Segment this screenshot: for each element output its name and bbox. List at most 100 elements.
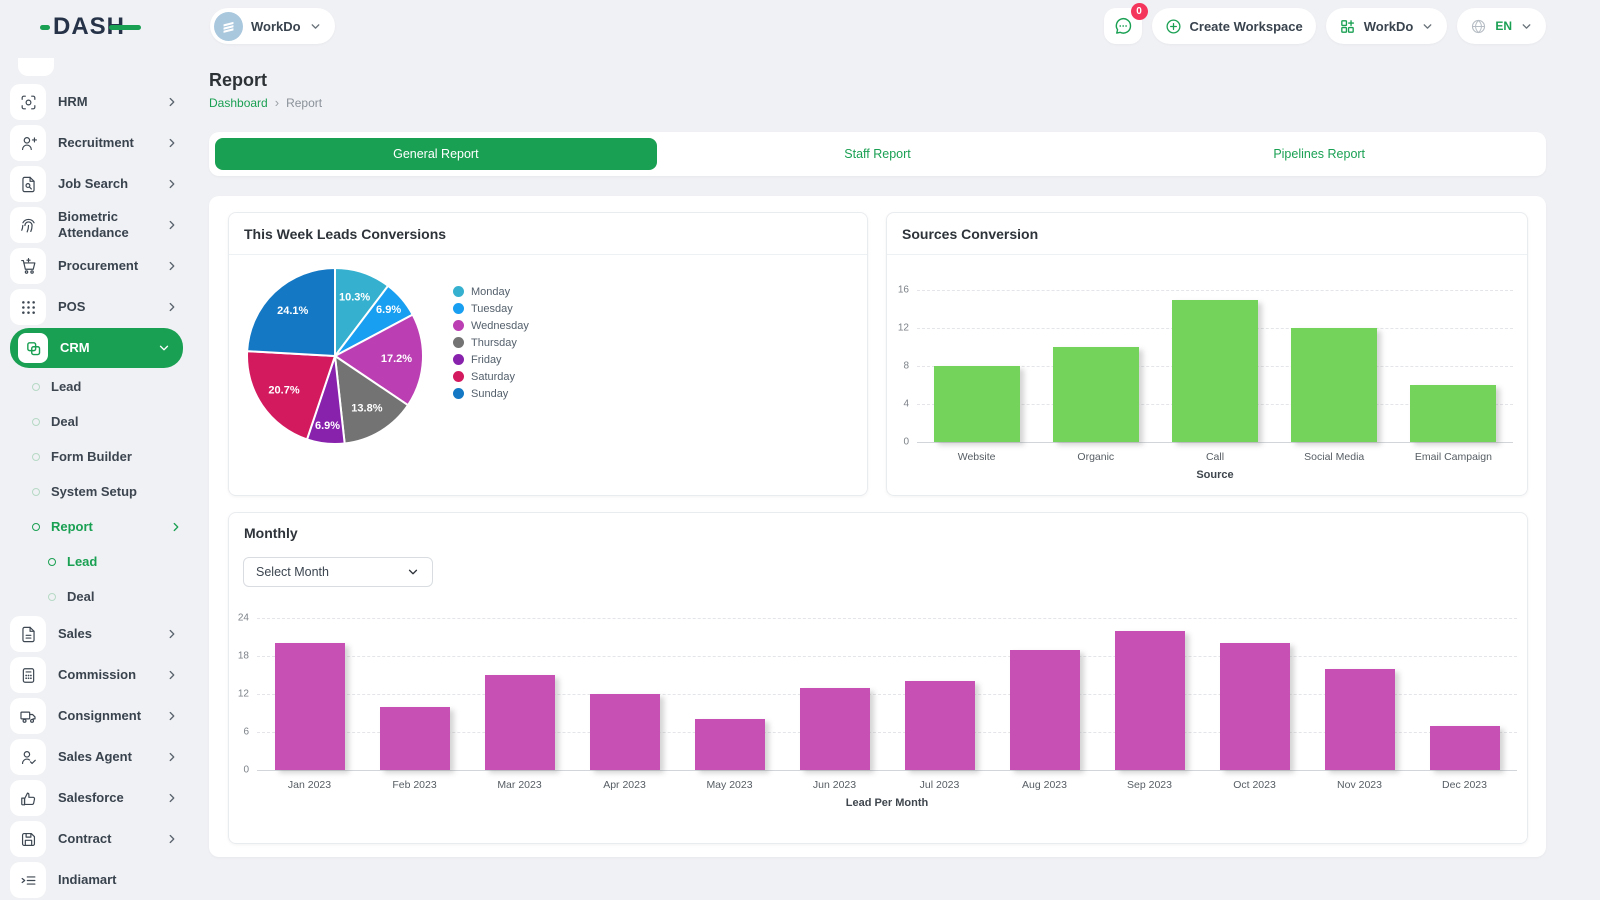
legend-item-sunday[interactable]: Sunday	[453, 385, 529, 402]
pie-data-label: 17.2%	[381, 353, 412, 365]
legend-item-saturday[interactable]: Saturday	[453, 368, 529, 385]
tab-staff-report[interactable]: Staff Report	[657, 138, 1099, 170]
monthly_bar-plot-area	[257, 618, 1517, 770]
chevron-right-icon	[165, 668, 179, 682]
legend-label: Saturday	[471, 371, 515, 383]
sidebar-item-biometric-attendance[interactable]: Biometric Attendance	[10, 205, 183, 245]
breadcrumb-separator-icon: ›	[275, 95, 279, 110]
x-axis-tick-label: May 2023	[677, 779, 782, 791]
legend-item-friday[interactable]: Friday	[453, 351, 529, 368]
bar-sep-2023	[1115, 631, 1185, 770]
sidebar-item-label: Contract	[58, 831, 153, 847]
pie-data-label: 6.9%	[376, 304, 401, 316]
crm-report-page: { "header": { "logo_text": "DASH", "work…	[0, 0, 1600, 900]
sidebar-item-label: Job Search	[58, 176, 153, 192]
sales-agent-icon	[10, 739, 46, 775]
sidebar-subitem-lead[interactable]: Lead	[10, 544, 183, 579]
legend-label: Wednesday	[471, 320, 529, 332]
sidebar-subitem-report[interactable]: Report	[10, 509, 183, 544]
sidebar-subitem-form-builder[interactable]: Form Builder	[10, 439, 183, 474]
sidebar-item-commission[interactable]: Commission	[10, 655, 183, 695]
sidebar-item-sales[interactable]: Sales	[10, 614, 183, 654]
legend-item-tuesday[interactable]: Tuesday	[453, 300, 529, 317]
chevron-right-icon	[165, 177, 179, 191]
sidebar-item-procurement[interactable]: Procurement	[10, 246, 183, 286]
logo-accent-dot	[40, 25, 50, 30]
bar-column	[467, 618, 572, 770]
chevron-down-icon	[157, 341, 171, 355]
sidebar-subitem-deal[interactable]: Deal	[10, 404, 183, 439]
sidebar-item-recruitment[interactable]: Recruitment	[10, 123, 183, 163]
language-selector[interactable]: EN	[1457, 8, 1546, 44]
commission-icon	[10, 657, 46, 693]
bar-column	[572, 618, 677, 770]
sidebar-item-label: Recruitment	[58, 135, 153, 151]
page-title: Report	[209, 70, 267, 91]
week-leads-pie: 10.3%6.9%17.2%13.8%6.9%20.7%24.1%	[235, 256, 435, 456]
create-workspace-button[interactable]: Create Workspace	[1152, 8, 1316, 44]
legend-item-thursday[interactable]: Thursday	[453, 334, 529, 351]
company-name: WorkDo	[1364, 19, 1414, 34]
bar-nov-2023	[1325, 669, 1395, 770]
pie-data-label: 13.8%	[351, 403, 382, 415]
chevron-right-icon	[165, 832, 179, 846]
x-axis-tick-label: Organic	[1036, 451, 1155, 463]
y-axis-tick-label: 18	[229, 651, 249, 662]
legend-dot-icon	[453, 320, 464, 331]
bar-column	[782, 618, 887, 770]
sidebar-item-consignment[interactable]: Consignment	[10, 696, 183, 736]
bar-call	[1172, 300, 1258, 443]
hrm-icon	[10, 84, 46, 120]
plus-circle-icon	[1165, 18, 1182, 35]
bar-jun-2023	[800, 688, 870, 770]
sidebar-item-crm[interactable]: CRM	[10, 328, 183, 368]
sidebar-item-job-search[interactable]: Job Search	[10, 164, 183, 204]
legend-dot-icon	[453, 303, 464, 314]
crm-icon	[18, 333, 48, 363]
bar-column	[1307, 618, 1412, 770]
legend-item-monday[interactable]: Monday	[453, 283, 529, 300]
bar-column	[1275, 290, 1394, 442]
tab-pipelines-report[interactable]: Pipelines Report	[1098, 138, 1540, 170]
x-axis-tick-label: Dec 2023	[1412, 779, 1517, 791]
sidebar-item-indiamart[interactable]: Indiamart	[10, 860, 183, 900]
sidebar-subitem-deal[interactable]: Deal	[10, 579, 183, 614]
app-logo[interactable]: DASH	[40, 13, 141, 41]
grid-plus-icon	[1339, 18, 1356, 35]
month-select[interactable]: Select Month	[243, 557, 433, 587]
legend-item-wednesday[interactable]: Wednesday	[453, 317, 529, 334]
bar-jan-2023	[275, 643, 345, 770]
sidebar: HRM Recruitment Job Search Biometric Att…	[0, 56, 193, 900]
bar-apr-2023	[590, 694, 660, 770]
globe-icon	[1470, 18, 1487, 35]
tab-general-report[interactable]: General Report	[215, 138, 657, 170]
legend-label: Thursday	[471, 337, 517, 349]
legend-dot-icon	[453, 286, 464, 297]
bar-dec-2023	[1430, 726, 1500, 770]
messages-button[interactable]: 0	[1104, 8, 1142, 44]
sidebar-item-pos[interactable]: POS	[10, 287, 183, 327]
create-workspace-label: Create Workspace	[1190, 19, 1303, 34]
monthly-card: Monthly Select Month 06121824Jan 2023Feb…	[228, 512, 1528, 844]
chevron-down-icon	[1421, 20, 1434, 33]
y-axis-tick-label: 0	[229, 765, 249, 776]
sidebar-subitem-lead[interactable]: Lead	[10, 369, 183, 404]
y-axis-tick-label: 16	[887, 285, 909, 296]
sidebar-item-salesforce[interactable]: Salesforce	[10, 778, 183, 818]
company-menu-button[interactable]: WorkDo	[1326, 8, 1448, 44]
breadcrumb: Dashboard › Report	[209, 95, 322, 110]
sidebar-subitem-system-setup[interactable]: System Setup	[10, 474, 183, 509]
chevron-right-icon	[165, 791, 179, 805]
sidebar-item-hrm[interactable]: HRM	[10, 82, 183, 122]
x-axis-tick-label: Call	[1155, 451, 1274, 463]
workspace-switcher[interactable]: WorkDo	[210, 8, 335, 44]
breadcrumb-dashboard-link[interactable]: Dashboard	[209, 96, 268, 110]
recruitment-icon	[10, 125, 46, 161]
legend-dot-icon	[453, 337, 464, 348]
sidebar-subitem-label: Deal	[67, 589, 183, 604]
sidebar-subitem-label: Form Builder	[51, 449, 183, 464]
sidebar-item-sales-agent[interactable]: Sales Agent	[10, 737, 183, 777]
x-axis-tick-label: Jul 2023	[887, 779, 992, 791]
x-axis-title: Lead Per Month	[257, 797, 1517, 809]
sidebar-item-contract[interactable]: Contract	[10, 819, 183, 859]
